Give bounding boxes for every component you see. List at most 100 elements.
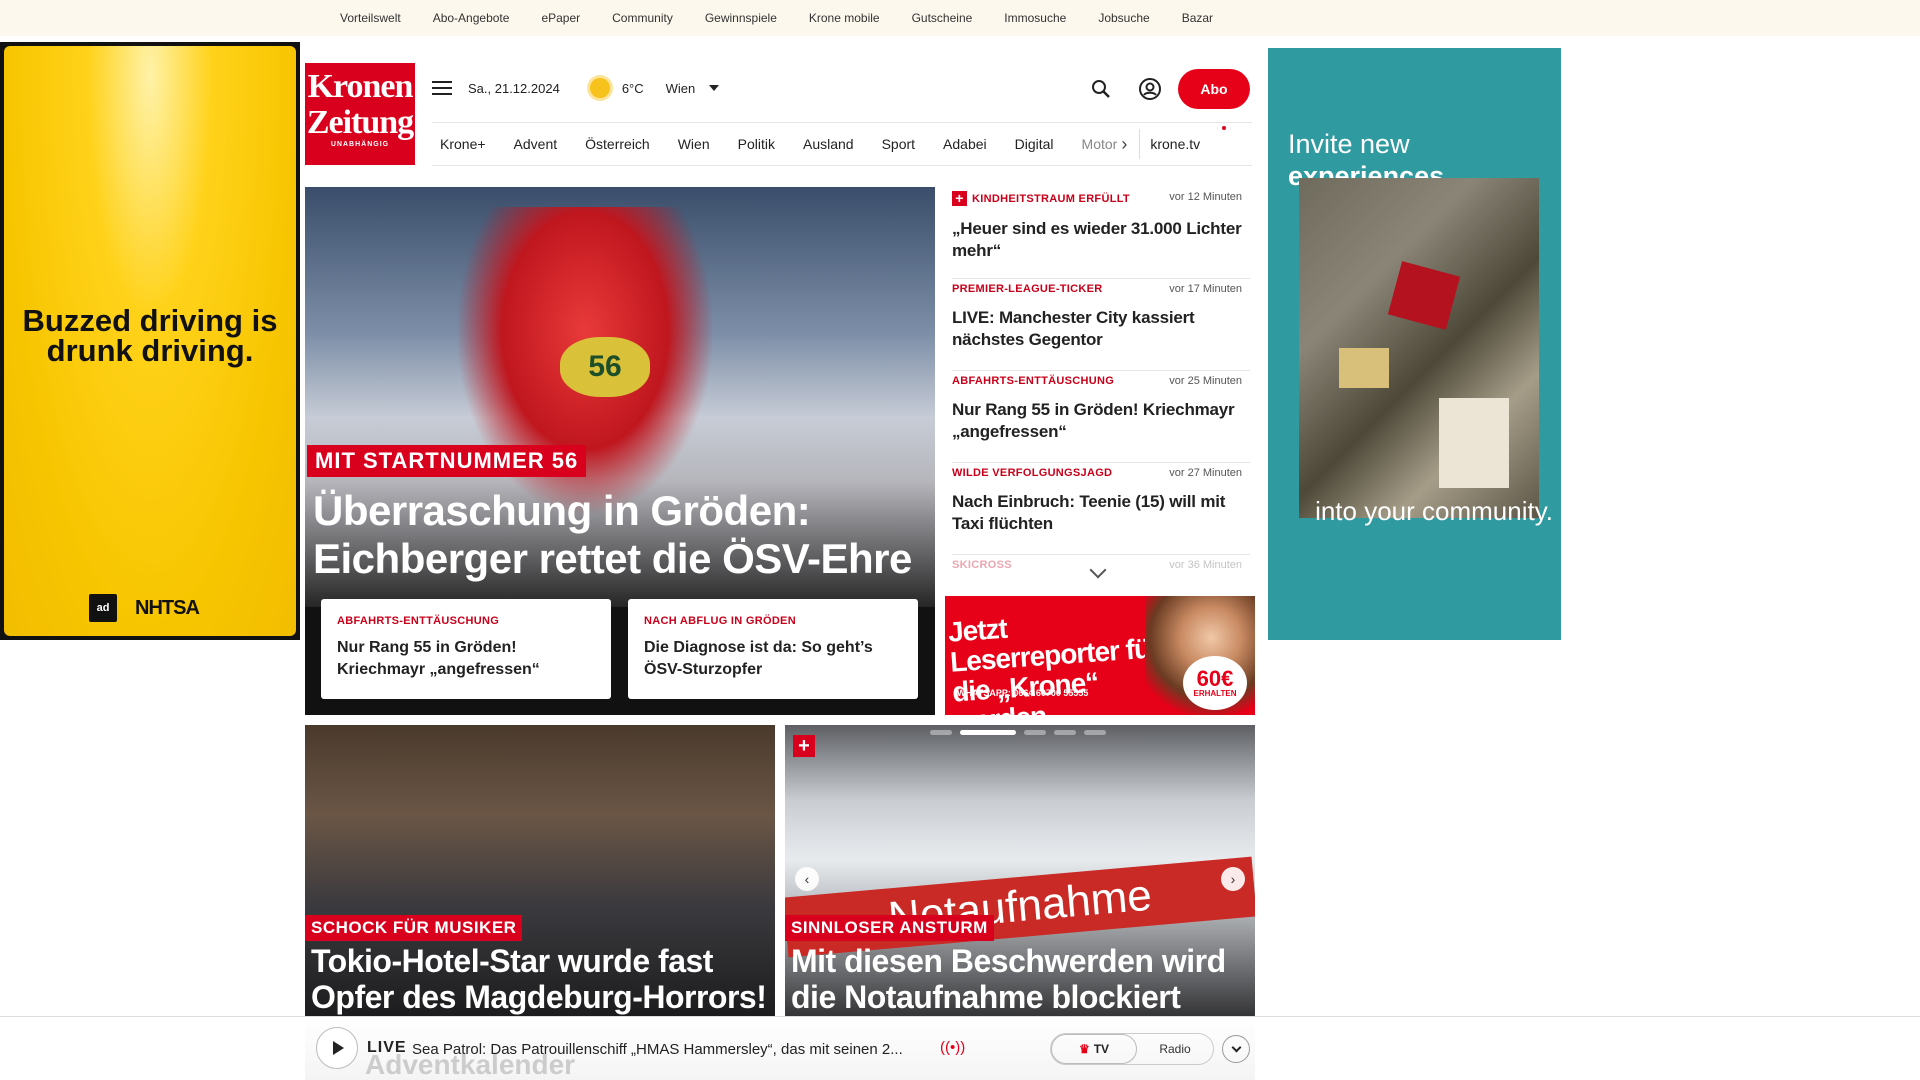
sun-weather-icon xyxy=(589,78,610,98)
list-item[interactable]: + KINDHEITSTRAUM ERFÜLLT vor 12 Minuten „… xyxy=(952,187,1250,279)
hero-headline[interactable]: Überraschung in Gröden: Eichberger rette… xyxy=(313,487,925,583)
left-ad-logos: ad NHTSA xyxy=(89,594,200,622)
toplink-immosuche[interactable]: Immosuche xyxy=(1004,11,1066,25)
play-icon xyxy=(333,1041,344,1055)
carousel-dot[interactable] xyxy=(1024,730,1046,735)
city-select[interactable]: Wien xyxy=(666,81,696,96)
tile-headline[interactable]: Mit diesen Beschwerden wird die Notaufna… xyxy=(791,943,1251,1015)
nav-item-digital[interactable]: Digital xyxy=(1015,136,1054,152)
card-kicker: ABFAHRTS-ENTTÄUSCHUNG xyxy=(337,615,500,627)
carousel-dot[interactable] xyxy=(1084,730,1106,735)
list-item-time: vor 36 Minuten xyxy=(1169,559,1242,571)
list-item-headline[interactable]: LIVE: Manchester City kassiert nächstes … xyxy=(952,307,1250,351)
list-item-time: vor 25 Minuten xyxy=(1169,375,1242,387)
card-headline[interactable]: Die Diagnose ist da: So geht’s ÖSV-Sturz… xyxy=(644,637,902,681)
tile-headline[interactable]: Tokio-Hotel-Star wurde fast Opfer des Ma… xyxy=(311,943,771,1015)
search-icon[interactable] xyxy=(1090,78,1112,100)
nav-item-motor[interactable]: Motor xyxy=(1082,136,1118,152)
ad-council-logo: ad xyxy=(89,594,117,622)
nav-item-adabei[interactable]: Adabei xyxy=(943,136,987,152)
chevron-down-icon xyxy=(1231,1042,1241,1052)
toplink-gutscheine[interactable]: Gutscheine xyxy=(912,11,973,25)
toplink-bazar[interactable]: Bazar xyxy=(1182,11,1213,25)
tile-kicker-badge: SINNLOSER ANSTURM xyxy=(785,915,994,941)
krone-plus-icon: + xyxy=(952,191,967,206)
promo-whatsapp-number: WHATSAPP: 0664 60700 55555 xyxy=(957,688,1089,698)
carousel-dot[interactable] xyxy=(1054,730,1076,735)
nav-item-wien[interactable]: Wien xyxy=(678,136,710,152)
nav-item-oesterreich[interactable]: Österreich xyxy=(585,136,650,152)
top-link-bar: Vorteilswelt Abo-Angebote ePaper Communi… xyxy=(0,0,1920,36)
live-program-title[interactable]: Sea Patrol: Das Patrouillenschiff „HMAS … xyxy=(412,1041,932,1058)
carousel-dot-active[interactable] xyxy=(960,730,1016,735)
toplink-krone-mobile[interactable]: Krone mobile xyxy=(809,11,880,25)
left-ad-headline: Buzzed driving is drunk driving. xyxy=(22,303,278,368)
nav-item-krone-tv[interactable]: krone.tv xyxy=(1150,126,1227,152)
leserreporter-promo-banner[interactable]: Jetzt Leserreporter für die „Krone“ werd… xyxy=(945,596,1255,715)
teaser-tile-2[interactable]: Notaufnahme + ‹ › SINNLOSER ANSTURM Mit … xyxy=(785,725,1255,1025)
list-item-headline[interactable]: Nach Einbruch: Teenie (15) will mit Taxi… xyxy=(952,491,1250,535)
temperature: 6°C xyxy=(621,80,644,96)
list-item-time: vor 17 Minuten xyxy=(1169,283,1242,295)
reward-label: ERHALTEN xyxy=(1193,689,1237,698)
krone-plus-icon: + xyxy=(793,735,815,757)
menu-icon[interactable] xyxy=(432,81,452,95)
left-ad-banner[interactable]: Buzzed driving is drunk driving. ad NHTS… xyxy=(0,42,300,640)
nav-item-advent[interactable]: Advent xyxy=(514,136,558,152)
radio-toggle-button[interactable]: Radio xyxy=(1137,1034,1213,1064)
card-headline[interactable]: Nur Rang 55 in Gröden! Kriechmayr „angef… xyxy=(337,637,595,681)
tv-label: TV xyxy=(1093,1042,1110,1056)
krone-tv-label: krone.tv xyxy=(1150,136,1201,152)
right-ad-banner[interactable]: Invite new experiences into your communit… xyxy=(1268,48,1561,640)
list-item[interactable]: ABFAHRTS-ENTTÄUSCHUNG vor 25 Minuten Nur… xyxy=(952,371,1250,463)
teaser-tile-1[interactable]: SCHOCK FÜR MUSIKER Tokio-Hotel-Star wurd… xyxy=(305,725,775,1025)
expand-player-button[interactable] xyxy=(1222,1035,1250,1063)
list-item-headline[interactable]: Nur Rang 55 in Gröden! Kriechmayr „angef… xyxy=(952,399,1250,443)
crown-icon: ♛ xyxy=(1078,1042,1090,1056)
card-kicker: NACH ABFLUG IN GRÖDEN xyxy=(644,615,796,627)
logo-tagline: UNABHÄNGIG xyxy=(330,141,390,148)
hero-related-card-2[interactable]: NACH ABFLUG IN GRÖDEN Die Diagnose ist d… xyxy=(628,599,918,699)
toplink-abo-angebote[interactable]: Abo-Angebote xyxy=(433,11,510,25)
carousel-dot[interactable] xyxy=(930,730,952,735)
live-label: LIVE xyxy=(367,1039,407,1056)
latest-news-list: + KINDHEITSTRAUM ERFÜLLT vor 12 Minuten „… xyxy=(952,187,1250,595)
play-button[interactable] xyxy=(316,1027,358,1069)
nav-item-sport[interactable]: Sport xyxy=(882,136,915,152)
list-item[interactable]: WILDE VERFOLGUNGSJAGD vor 27 Minuten Nac… xyxy=(952,463,1250,555)
nav-item-kroneplus[interactable]: Krone+ xyxy=(440,136,486,152)
toplink-gewinnspiele[interactable]: Gewinnspiele xyxy=(705,11,777,25)
hero-bib-number: 56 xyxy=(560,337,650,397)
tile-kicker-badge: SCHOCK FÜR MUSIKER xyxy=(305,915,523,941)
kicker-text: KINDHEITSTRAUM ERFÜLLT xyxy=(972,192,1130,205)
kronen-zeitung-logo[interactable]: Kronen Zeitung UNABHÄNGIG xyxy=(305,63,415,165)
abo-button[interactable]: Abo xyxy=(1178,69,1250,109)
live-player-bar: Adventkalender LIVE Sea Patrol: Das Patr… xyxy=(0,1016,1920,1080)
hero-related-card-1[interactable]: ABFAHRTS-ENTTÄUSCHUNG Nur Rang 55 in Grö… xyxy=(321,599,611,699)
reward-amount: 60€ xyxy=(1196,666,1234,691)
toplink-epaper[interactable]: ePaper xyxy=(541,11,580,25)
user-account-icon[interactable] xyxy=(1138,77,1162,101)
list-item-time: vor 12 Minuten xyxy=(1169,191,1242,203)
tv-toggle-button[interactable]: ♛ TV xyxy=(1051,1034,1137,1064)
tv-radio-toggle: ♛ TV Radio xyxy=(1050,1033,1214,1065)
toplink-jobsuche[interactable]: Jobsuche xyxy=(1098,11,1149,25)
broadcast-icon: ((•)) xyxy=(940,1039,966,1056)
page: Vorteilswelt Abo-Angebote ePaper Communi… xyxy=(0,0,1920,1080)
hero-article[interactable]: 56 MIT STARTNUMMER 56 Überraschung in Gr… xyxy=(305,187,935,715)
toplink-vorteilswelt[interactable]: Vorteilswelt xyxy=(340,11,401,25)
list-item[interactable]: PREMIER-LEAGUE-TICKER vor 17 Minuten LIV… xyxy=(952,279,1250,371)
list-item-headline[interactable]: „Heuer sind es wieder 31.000 Lichter meh… xyxy=(952,218,1250,262)
carousel-prev-icon[interactable]: ‹ xyxy=(795,867,819,891)
promo-headline: Jetzt Leserreporter für die „Krone“ werd… xyxy=(947,612,1161,715)
carousel-next-icon[interactable]: › xyxy=(1221,867,1245,891)
nav-item-ausland[interactable]: Ausland xyxy=(803,136,854,152)
current-date: Sa., 21.12.2024 xyxy=(468,80,560,96)
nhtsa-logo: NHTSA xyxy=(135,596,200,619)
nav-item-politik[interactable]: Politik xyxy=(738,136,775,152)
right-ad-tagline: into your community. xyxy=(1315,496,1553,526)
chevron-right-icon[interactable]: › xyxy=(1121,134,1127,155)
toplink-community[interactable]: Community xyxy=(612,11,673,25)
chevron-down-icon[interactable] xyxy=(709,85,720,91)
main-navigation: Krone+ Advent Österreich Wien Politik Au… xyxy=(432,122,1252,166)
